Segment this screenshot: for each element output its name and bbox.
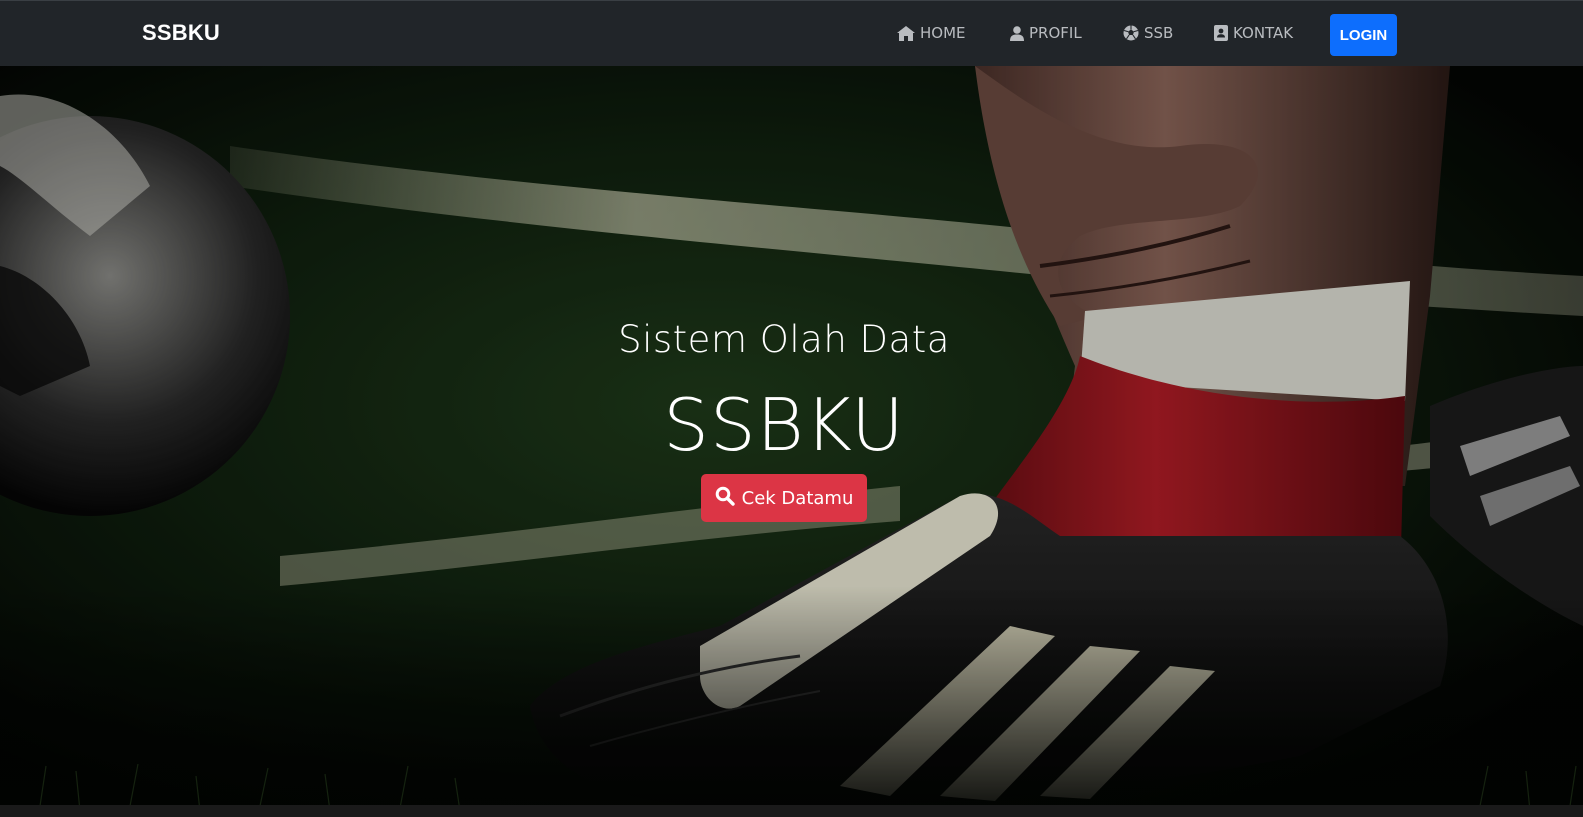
user-icon <box>1010 25 1024 41</box>
nav-item-label: PROFIL <box>1029 24 1082 42</box>
nav-item-label: HOME <box>920 24 966 42</box>
page: SSBKU HOME PROFIL SSB KONTAK LOGIN Siste… <box>0 0 1583 817</box>
nav-item-ssb[interactable]: SSB <box>1123 24 1173 42</box>
search-icon <box>715 486 735 511</box>
navbar-brand[interactable]: SSBKU <box>142 20 220 46</box>
contact-card-icon <box>1214 25 1228 41</box>
home-icon <box>897 25 915 41</box>
cek-datamu-button[interactable]: Cek Datamu <box>701 474 867 522</box>
nav-item-label: KONTAK <box>1233 24 1294 42</box>
nav-item-kontak[interactable]: KONTAK <box>1214 24 1293 42</box>
hero-subtitle: Sistem Olah Data <box>618 318 950 361</box>
nav-item-label: SSB <box>1144 24 1174 42</box>
nav-item-home[interactable]: HOME <box>897 24 966 42</box>
nav-item-profil[interactable]: PROFIL <box>1010 24 1082 42</box>
soccer-ball-icon <box>1123 25 1139 41</box>
cek-datamu-label: Cek Datamu <box>741 487 854 509</box>
hero-title: SSBKU <box>663 383 905 467</box>
hero-section: Sistem Olah Data SSBKU Cek Datamu <box>0 66 1583 817</box>
navbar: SSBKU HOME PROFIL SSB KONTAK LOGIN <box>0 0 1583 66</box>
login-button[interactable]: LOGIN <box>1330 14 1397 56</box>
bottom-strip <box>0 805 1583 817</box>
